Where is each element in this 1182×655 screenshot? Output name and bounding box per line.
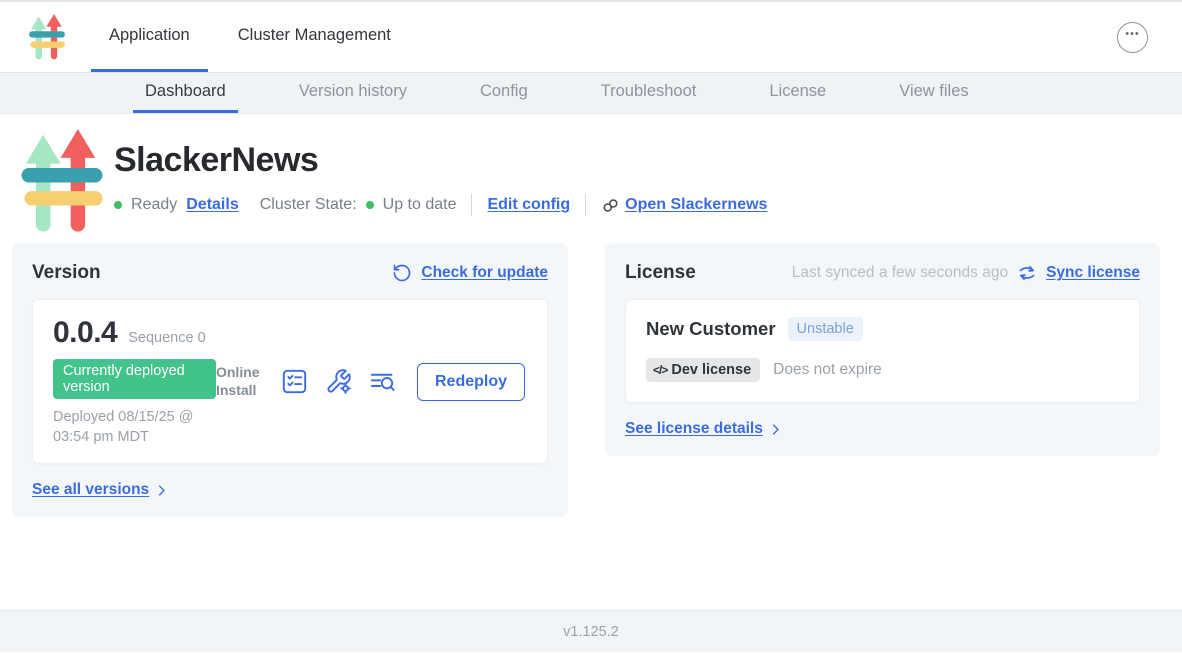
status-details-link[interactable]: Details [186, 196, 238, 214]
more-menu-button[interactable]: ••• [1117, 22, 1148, 53]
app-status-text: Ready [131, 196, 177, 214]
tab-cluster-management-label: Cluster Management [238, 26, 391, 45]
app-status-row: Ready Details Cluster State: Up to date … [114, 194, 767, 216]
divider [471, 194, 472, 216]
cluster-state-text: Up to date [383, 196, 457, 214]
version-card-title: Version [32, 262, 101, 284]
subnav-item-view-files[interactable]: View files [887, 73, 980, 113]
app-subnav: Dashboard Version history Config Trouble… [0, 72, 1182, 114]
app-header: SlackerNews Ready Details Cluster State:… [0, 114, 1182, 233]
slackernews-logo-icon [27, 14, 67, 60]
chain-link-icon [601, 196, 620, 215]
console-footer: v1.125.2 [0, 610, 1182, 652]
ellipsis-icon: ••• [1125, 29, 1140, 40]
subnav-view-files-label: View files [899, 82, 968, 101]
check-for-update-link[interactable]: Check for update [421, 264, 548, 282]
chevron-right-icon [768, 422, 783, 437]
cluster-state-dot [366, 201, 374, 209]
customer-name: New Customer [646, 318, 776, 340]
license-card-title: License [625, 262, 696, 284]
deployed-badge: Currently deployed version [53, 359, 216, 399]
subnav-item-troubleshoot[interactable]: Troubleshoot [589, 73, 709, 113]
cluster-state-label: Cluster State: [260, 196, 357, 214]
last-synced-text: Last synced a few seconds ago [792, 264, 1008, 282]
console-version-text: v1.125.2 [563, 624, 619, 640]
redeploy-button[interactable]: Redeploy [417, 363, 525, 401]
subnav-config-label: Config [480, 82, 528, 101]
version-number: 0.0.4 [53, 316, 117, 350]
primary-tabs: Application Cluster Management [91, 2, 421, 72]
subnav-item-license[interactable]: License [757, 73, 838, 113]
subnav-troubleshoot-label: Troubleshoot [601, 82, 697, 101]
license-expiry-text: Does not expire [773, 361, 882, 379]
channel-badge: Unstable [788, 317, 863, 341]
divider [585, 194, 586, 216]
tab-cluster-management[interactable]: Cluster Management [220, 2, 409, 72]
preflight-checks-icon[interactable] [281, 368, 308, 395]
dashboard-cards: Version Check for update 0.0.4 Sequ [0, 233, 1182, 517]
subnav-license-label: License [769, 82, 826, 101]
license-type-label: Dev license [671, 362, 751, 378]
subnav-version-history-label: Version history [299, 82, 407, 101]
deployed-timestamp: Deployed 08/15/25 @ 03:54 pm MDT [53, 408, 216, 447]
view-logs-icon[interactable] [369, 368, 396, 395]
slackernews-logo-large-icon [18, 129, 106, 233]
tab-application-label: Application [109, 26, 190, 45]
see-license-details-link[interactable]: See license details [625, 420, 763, 438]
code-icon: </> [653, 363, 667, 377]
page-title: SlackerNews [114, 141, 767, 180]
version-sequence: Sequence 0 [128, 330, 205, 346]
tab-application[interactable]: Application [91, 2, 208, 72]
config-wrench-icon[interactable] [325, 368, 352, 395]
subnav-dashboard-label: Dashboard [145, 82, 226, 101]
subnav-item-config[interactable]: Config [468, 73, 540, 113]
refresh-icon [392, 263, 412, 283]
license-type-badge: </> Dev license [646, 358, 760, 382]
sync-license-link[interactable]: Sync license [1046, 264, 1140, 282]
license-card: License Last synced a few seconds ago Sy… [605, 243, 1160, 456]
sync-arrows-icon [1017, 263, 1037, 283]
subnav-item-version-history[interactable]: Version history [287, 73, 419, 113]
edit-config-link[interactable]: Edit config [487, 196, 570, 214]
app-logo-large [18, 129, 106, 233]
app-logo-icon [27, 14, 67, 60]
open-app-link[interactable]: Open Slackernews [601, 196, 767, 215]
open-app-label: Open Slackernews [625, 196, 767, 214]
version-card: Version Check for update 0.0.4 Sequ [12, 243, 568, 517]
install-type-label: Online Install [216, 364, 264, 399]
subnav-item-dashboard[interactable]: Dashboard [133, 73, 238, 113]
see-all-versions-link[interactable]: See all versions [32, 481, 149, 499]
current-version-panel: 0.0.4 Sequence 0 Currently deployed vers… [32, 299, 548, 464]
admin-console-page: Application Cluster Management ••• Dashb… [0, 0, 1182, 655]
chevron-right-icon [154, 483, 169, 498]
license-panel: New Customer Unstable </> Dev license Do… [625, 299, 1140, 403]
top-bar: Application Cluster Management ••• [0, 2, 1182, 72]
app-status-dot [114, 201, 122, 209]
